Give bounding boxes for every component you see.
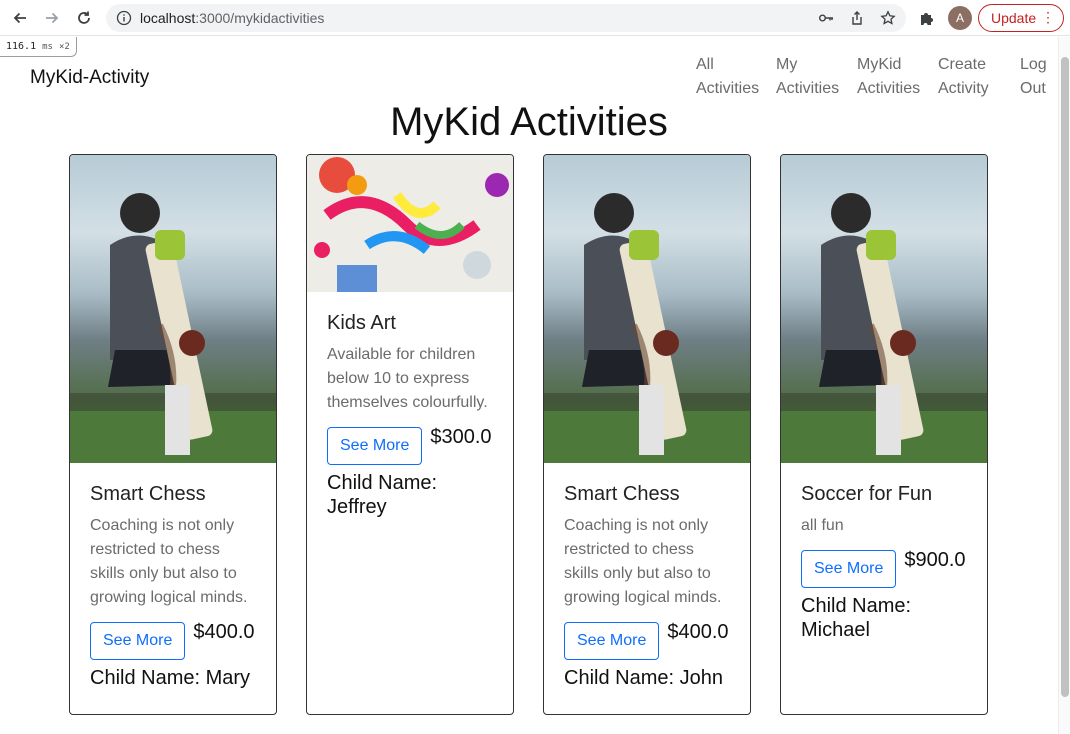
nav-mykid-activities[interactable]: MyKid Activities <box>857 53 922 101</box>
cricket-player-illustration <box>781 193 987 463</box>
see-more-button[interactable]: See More <box>90 622 186 660</box>
url-text: localhost:3000/mykidactivities <box>140 10 324 26</box>
cricket-player-photo <box>544 155 750 463</box>
child-name: Child Name: John <box>564 667 723 689</box>
cricket-player-photo <box>781 155 987 463</box>
more-menu-icon[interactable]: ⋮ <box>1041 9 1055 26</box>
timing-unit: ms <box>42 42 53 52</box>
timing-value: 116.1 <box>6 41 37 52</box>
site-info-icon[interactable] <box>116 10 132 26</box>
card-description: Coaching is not only restricted to chess… <box>564 517 722 606</box>
url-path: :3000/mykidactivities <box>195 10 325 26</box>
card-price: $400.0 <box>667 621 729 643</box>
scrollbar-thumb[interactable] <box>1061 57 1069 697</box>
key-icon[interactable] <box>818 10 834 26</box>
page-scrollbar[interactable] <box>1058 37 1070 734</box>
address-bar[interactable]: localhost:3000/mykidactivities <box>106 4 906 32</box>
nav-label-line2: Activities <box>857 80 921 97</box>
card-price: $300.0 <box>430 426 492 448</box>
card-actions: See More $300.0 <box>327 426 493 465</box>
cricket-player-photo <box>70 155 276 463</box>
card-price: $900.0 <box>904 549 966 571</box>
nav-label-line2: Activity <box>938 80 989 97</box>
page-title: MyKid Activities <box>390 100 668 144</box>
card-title: Soccer for Fun <box>801 483 933 505</box>
see-more-button[interactable]: See More <box>801 550 897 588</box>
see-more-button[interactable]: See More <box>564 622 660 660</box>
activity-card: Kids Art Available for children below 10… <box>306 154 514 715</box>
nav-label-line1: Log <box>1020 56 1047 73</box>
card-title: Smart Chess <box>90 483 206 505</box>
nav-all-activities[interactable]: All Activities <box>696 53 760 101</box>
card-title: Smart Chess <box>564 483 680 505</box>
card-body: Kids Art Available for children below 10… <box>307 292 513 519</box>
nav-label-line2: Activities <box>776 80 840 97</box>
devtools-timing-badge: 116.1 ms ×2 <box>0 37 77 57</box>
activity-card: Smart Chess Coaching is not only restric… <box>543 154 751 715</box>
activity-card: Soccer for Fun all fun See More $900.0 C… <box>780 154 988 715</box>
kids-painting-photo <box>307 155 513 292</box>
nav-create-activity[interactable]: Create Activity <box>938 53 1004 101</box>
see-more-button[interactable]: See More <box>327 427 423 465</box>
bookmark-star-icon[interactable] <box>880 10 896 26</box>
card-actions: See More $900.0 <box>801 549 967 588</box>
reload-button[interactable] <box>72 6 96 30</box>
card-description: all fun <box>801 517 844 534</box>
forward-button[interactable] <box>40 6 64 30</box>
nav-log-out[interactable]: Log Out <box>1020 53 1056 101</box>
card-description: Coaching is not only restricted to chess… <box>90 517 248 606</box>
child-name: Child Name: Mary <box>90 667 251 689</box>
page-viewport: MyKid-Activity All Activities My Activit… <box>0 37 1058 734</box>
top-nav: All Activities My Activities MyKid Activ… <box>696 53 1056 101</box>
card-actions: See More $400.0 <box>564 621 730 660</box>
cricket-player-illustration <box>544 193 750 463</box>
avatar-letter: A <box>955 11 964 25</box>
nav-label-line1: Create <box>938 56 987 73</box>
share-icon[interactable] <box>849 10 865 26</box>
timing-multiplier: ×2 <box>59 42 70 52</box>
card-title: Kids Art <box>327 312 396 334</box>
card-actions: See More $400.0 <box>90 621 256 660</box>
reload-icon <box>78 11 90 24</box>
card-body: Soccer for Fun all fun See More $900.0 C… <box>781 463 987 642</box>
back-arrow-icon <box>13 12 26 24</box>
kids-painting-illustration <box>307 155 513 292</box>
activity-card: Smart Chess Coaching is not only restric… <box>69 154 277 715</box>
nav-my-activities[interactable]: My Activities <box>776 53 841 101</box>
update-label: Update <box>991 10 1037 26</box>
nav-label-line2: Out <box>1020 80 1046 97</box>
child-name: Child Name: Jeffrey <box>327 472 438 518</box>
update-button[interactable]: Update ⋮ <box>978 4 1064 32</box>
card-body: Smart Chess Coaching is not only restric… <box>70 463 276 690</box>
url-host: localhost <box>140 10 196 26</box>
extensions-puzzle-icon[interactable] <box>918 9 936 27</box>
card-body: Smart Chess Coaching is not only restric… <box>544 463 750 690</box>
nav-label-line1: MyKid <box>857 56 902 73</box>
cricket-player-illustration <box>70 193 276 463</box>
nav-label-line2: Activities <box>696 80 760 97</box>
card-price: $400.0 <box>193 621 255 643</box>
child-name: Child Name: Michael <box>801 595 912 641</box>
profile-avatar[interactable]: A <box>948 6 972 30</box>
browser-toolbar: localhost:3000/mykidactivities A Update … <box>0 0 1070 36</box>
brand-logo[interactable]: MyKid-Activity <box>30 67 149 89</box>
forward-arrow-icon <box>46 12 59 24</box>
nav-label-line1: All <box>696 56 714 73</box>
back-button[interactable] <box>8 6 32 30</box>
nav-label-line1: My <box>776 56 798 73</box>
card-description: Available for children below 10 to expre… <box>327 346 488 411</box>
